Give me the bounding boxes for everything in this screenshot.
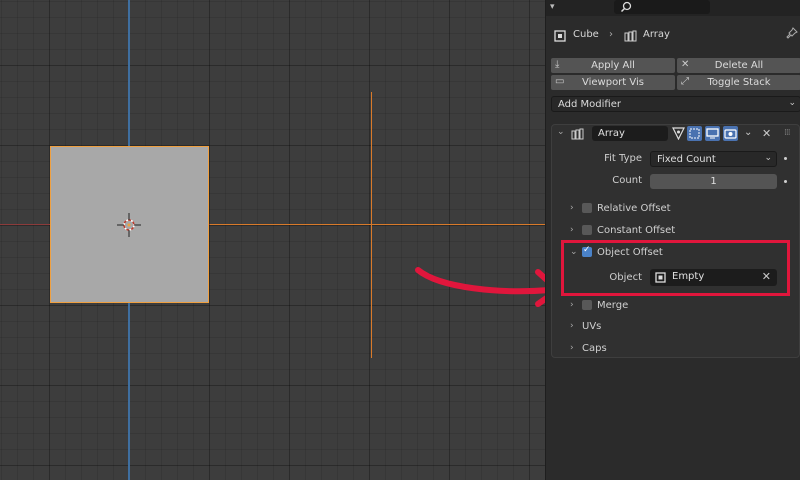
cage-toggle[interactable] <box>687 126 702 141</box>
viewport-toggle[interactable] <box>705 126 720 141</box>
relative-offset-label: Relative Offset <box>597 202 671 214</box>
toggle-stack-button[interactable]: ⤢ Toggle Stack <box>677 75 800 90</box>
fit-type-label: Fit Type <box>604 153 642 164</box>
render-toggle[interactable] <box>723 126 738 141</box>
relative-offset-section[interactable]: › Relative Offset <box>570 201 671 215</box>
count-label: Count <box>612 175 642 186</box>
3d-viewport[interactable] <box>0 0 545 480</box>
chevron-down-icon[interactable]: ▾ <box>550 2 555 12</box>
constant-offset-label: Constant Offset <box>597 224 676 236</box>
constant-offset-section[interactable]: › Constant Offset <box>570 223 675 237</box>
drag-handle-icon[interactable]: ⁞⁞⁞ <box>784 128 791 138</box>
empty-object-vertical[interactable] <box>371 92 372 358</box>
chevron-down-icon[interactable]: ⌄ <box>744 127 752 138</box>
chevron-down-icon[interactable]: ⌄ <box>557 127 565 137</box>
modifier-name-field[interactable]: Array <box>592 126 668 141</box>
relative-offset-checkbox[interactable] <box>582 203 592 213</box>
object-icon <box>554 30 566 42</box>
modifier-array-icon <box>571 128 584 140</box>
monitor-icon: ▭ <box>555 76 565 87</box>
chevron-right-icon: › <box>570 343 574 353</box>
breadcrumb-modifier[interactable]: Array <box>643 29 670 40</box>
viewport-vis-label: Viewport Vis <box>581 77 645 88</box>
uvs-section[interactable]: › UVs <box>570 319 601 333</box>
caps-section[interactable]: › Caps <box>570 341 607 355</box>
chevron-down-icon: ⌄ <box>788 98 796 108</box>
chevron-down-icon: ⌄ <box>764 153 772 163</box>
close-icon: ✕ <box>681 59 690 70</box>
pin-icon[interactable] <box>786 27 798 39</box>
apply-all-label: Apply All <box>591 60 635 71</box>
fit-type-value: Fixed Count <box>657 153 716 165</box>
merge-label: Merge <box>597 299 629 311</box>
chevron-right-icon: › <box>570 321 574 331</box>
panel-header: ▾ <box>546 0 800 16</box>
delete-all-button[interactable]: ✕ Delete All <box>677 58 800 73</box>
search-icon <box>620 1 632 13</box>
chevron-right-icon: › <box>570 300 574 310</box>
delete-all-label: Delete All <box>714 60 764 71</box>
close-icon[interactable]: ✕ <box>762 127 771 140</box>
monitor-icon <box>706 128 719 139</box>
add-modifier-dropdown[interactable]: Add Modifier ⌄ <box>551 96 800 112</box>
merge-checkbox[interactable] <box>582 300 592 310</box>
cage-icon <box>689 128 700 139</box>
keyframe-dot[interactable] <box>784 180 787 183</box>
camera-icon <box>724 129 737 139</box>
chevron-right-icon: › <box>570 225 574 235</box>
breadcrumb-object[interactable]: Cube <box>573 29 599 40</box>
add-modifier-label: Add Modifier <box>558 98 621 110</box>
caps-label: Caps <box>582 342 607 354</box>
expand-icon: ⤢ <box>681 76 689 87</box>
3d-cursor-icon <box>117 213 141 237</box>
merge-section[interactable]: › Merge <box>570 298 628 312</box>
empty-object-horizontal[interactable] <box>210 224 545 225</box>
modifier-array-icon <box>624 30 637 42</box>
keyframe-dot[interactable] <box>784 157 787 160</box>
chevron-right-icon: › <box>609 28 613 40</box>
apply-all-button[interactable]: ⤓ Apply All <box>551 58 675 73</box>
count-field[interactable]: 1 <box>650 174 777 189</box>
download-icon: ⤓ <box>555 59 560 70</box>
annotation-highlight-box <box>561 240 790 296</box>
chevron-right-icon: › <box>570 203 574 213</box>
uvs-label: UVs <box>582 320 602 332</box>
fit-type-dropdown[interactable]: Fixed Count ⌄ <box>650 151 777 167</box>
edit-mode-icon[interactable] <box>672 127 685 140</box>
search-field[interactable] <box>614 0 710 14</box>
viewport-vis-button[interactable]: ▭ Viewport Vis <box>551 75 675 90</box>
constant-offset-checkbox[interactable] <box>582 225 592 235</box>
toggle-stack-label: Toggle Stack <box>707 77 771 88</box>
